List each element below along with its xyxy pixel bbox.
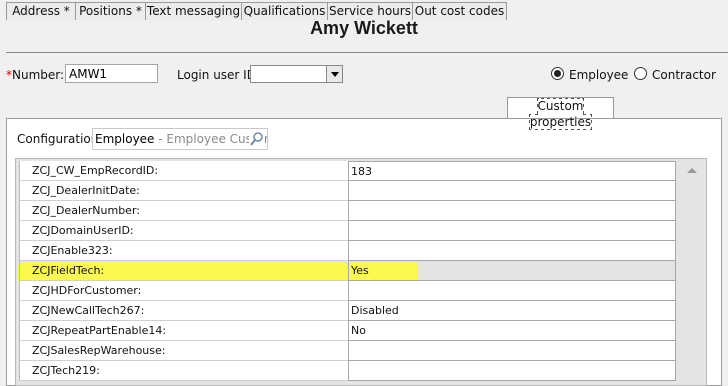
property-name: ZCJEnable323: bbox=[19, 241, 348, 261]
property-value-field[interactable] bbox=[348, 281, 676, 301]
property-value-field[interactable] bbox=[348, 361, 676, 381]
tab-custom-properties[interactable]: Custom properties bbox=[507, 97, 614, 130]
search-icon[interactable] bbox=[249, 131, 265, 147]
tab-text-messaging[interactable]: Text messaging bbox=[145, 2, 242, 20]
table-row[interactable]: ZCJ_CW_EmpRecordID: 183 bbox=[16, 161, 676, 181]
property-name: ZCJNewCallTech267: bbox=[19, 301, 348, 321]
property-name: ZCJSalesRepWarehouse: bbox=[19, 341, 348, 361]
table-row[interactable]: ZCJRepeatPartEnable14: No bbox=[16, 321, 676, 341]
number-label-text: Number: bbox=[12, 68, 65, 82]
table-row[interactable]: ZCJNewCallTech267: Disabled bbox=[16, 301, 676, 321]
table-row[interactable]: ZCJFieldTech: Yes bbox=[16, 261, 676, 281]
table-row[interactable]: ZCJDomainUserID: bbox=[16, 221, 676, 241]
property-value-field[interactable]: No bbox=[348, 321, 676, 341]
number-label: *Number: bbox=[6, 68, 64, 82]
property-name: ZCJDomainUserID: bbox=[19, 221, 348, 241]
tab-positions[interactable]: Positions * bbox=[75, 2, 146, 20]
tab-qualifications[interactable]: Qualifications bbox=[241, 2, 328, 20]
table-row[interactable]: ZCJEnable323: bbox=[16, 241, 676, 261]
property-value-field[interactable] bbox=[348, 201, 676, 221]
login-user-id-dropdown[interactable] bbox=[250, 65, 343, 83]
employee-radio-label: Employee bbox=[569, 68, 629, 82]
property-name: ZCJFieldTech: bbox=[19, 261, 348, 281]
chevron-down-icon[interactable] bbox=[326, 66, 342, 82]
employee-radio[interactable] bbox=[551, 67, 564, 80]
scroll-up-icon[interactable] bbox=[687, 168, 697, 173]
property-name: ZCJ_DealerNumber: bbox=[19, 201, 348, 221]
title-divider bbox=[6, 52, 728, 53]
property-value-field[interactable] bbox=[348, 221, 676, 241]
page-title: Amy Wickett bbox=[310, 18, 418, 38]
property-value-field[interactable]: 183 bbox=[348, 161, 676, 181]
vertical-scrollbar[interactable] bbox=[678, 159, 706, 385]
tab-service-hours[interactable]: Service hours bbox=[327, 2, 413, 20]
property-name: ZCJ_DealerInitDate: bbox=[19, 181, 348, 201]
contractor-radio[interactable] bbox=[634, 67, 647, 80]
table-row[interactable]: ZCJ_DealerNumber: bbox=[16, 201, 676, 221]
property-value-field[interactable]: Disabled bbox=[348, 301, 676, 321]
configuration-field[interactable]: Employee - Employee Custom Pr bbox=[92, 128, 268, 150]
property-value-field[interactable]: Yes bbox=[348, 261, 676, 281]
property-name: ZCJTech219: bbox=[19, 361, 348, 381]
table-row[interactable]: ZCJSalesRepWarehouse: bbox=[16, 341, 676, 361]
property-name: ZCJ_CW_EmpRecordID: bbox=[19, 161, 348, 181]
table-row[interactable]: ZCJHDForCustomer: bbox=[16, 281, 676, 301]
contractor-radio-label: Contractor bbox=[652, 68, 716, 82]
tab-address[interactable]: Address * bbox=[6, 2, 76, 20]
configuration-label: Configuration: bbox=[17, 132, 103, 146]
property-value-field[interactable] bbox=[348, 241, 676, 261]
table-row[interactable]: ZCJTech219: bbox=[16, 361, 676, 381]
property-value-field[interactable] bbox=[348, 181, 676, 201]
property-value-field[interactable] bbox=[348, 341, 676, 361]
table-row[interactable]: ZCJ_DealerInitDate: bbox=[16, 181, 676, 201]
configuration-value: Employee bbox=[95, 132, 155, 146]
property-name: ZCJRepeatPartEnable14: bbox=[19, 321, 348, 341]
login-user-id-label: Login user ID: bbox=[177, 68, 260, 82]
number-field[interactable]: AMW1 bbox=[65, 64, 158, 83]
properties-grid: ZCJ_CW_EmpRecordID: 183 ZCJ_DealerInitDate… bbox=[15, 158, 707, 386]
tab-out-cost-codes[interactable]: Out cost codes bbox=[412, 2, 507, 20]
property-name: ZCJHDForCustomer: bbox=[19, 281, 348, 301]
